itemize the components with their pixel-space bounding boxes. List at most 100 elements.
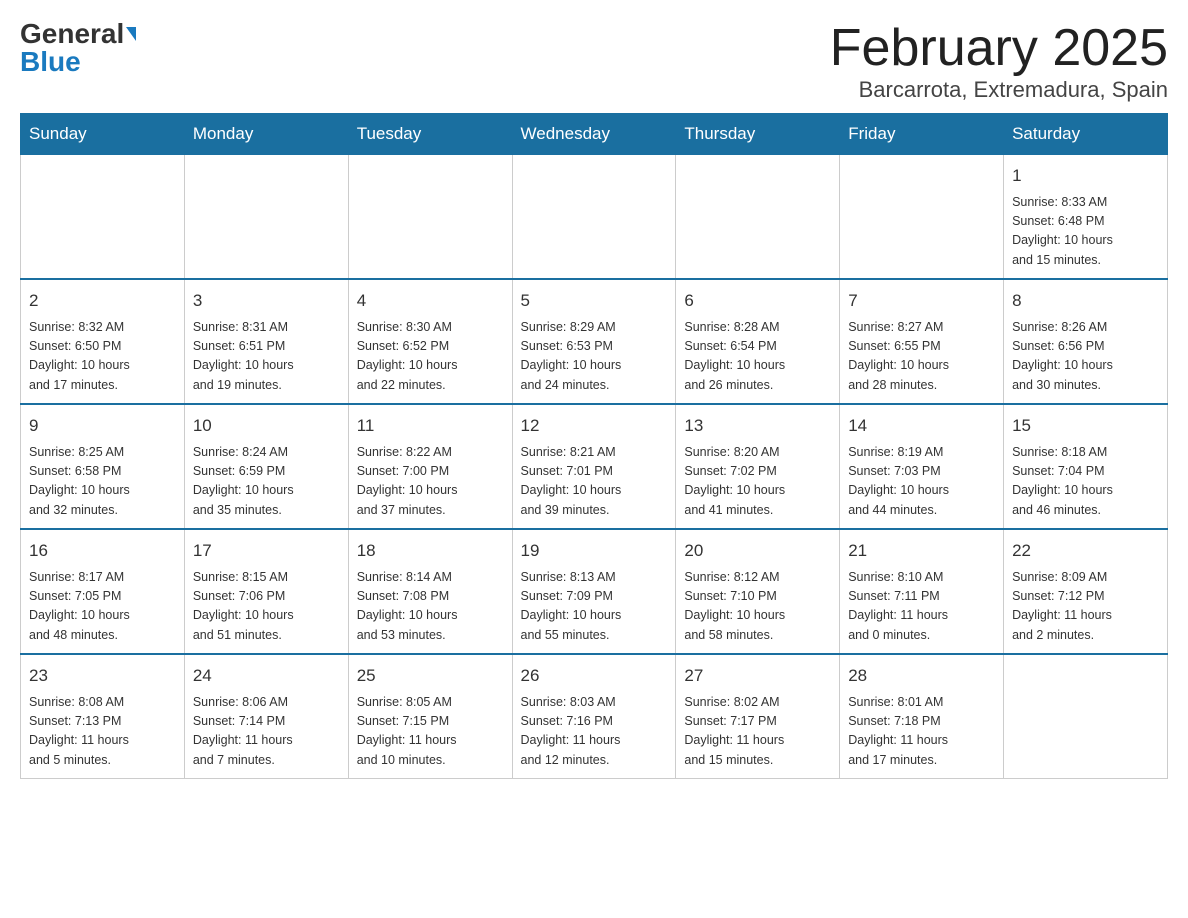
logo: General Blue <box>20 20 136 76</box>
table-row: 10 Sunrise: 8:24 AMSunset: 6:59 PMDayligh… <box>184 404 348 529</box>
table-row: 23 Sunrise: 8:08 AMSunset: 7:13 PMDayligh… <box>21 654 185 779</box>
table-row: 17Sunrise: 8:15 AMSunset: 7:06 PMDayligh… <box>184 529 348 654</box>
table-row <box>512 155 676 280</box>
table-row: 22 Sunrise: 8:09 AMSunset: 7:12 PMDayligh… <box>1004 529 1168 654</box>
header-monday: Monday <box>184 114 348 155</box>
day-number: 4 <box>357 288 504 314</box>
day-number: 26 <box>521 663 668 689</box>
day-number: 23 <box>29 663 176 689</box>
table-row: 8 Sunrise: 8:26 AMSunset: 6:56 PMDaylight… <box>1004 279 1168 404</box>
month-title: February 2025 <box>830 20 1168 77</box>
day-number: 24 <box>193 663 340 689</box>
calendar-table: Sunday Monday Tuesday Wednesday Thursday… <box>20 113 1168 779</box>
table-row: 21 Sunrise: 8:10 AMSunset: 7:11 PMDayligh… <box>840 529 1004 654</box>
table-row: 11Sunrise: 8:22 AMSunset: 7:00 PMDayligh… <box>348 404 512 529</box>
day-number: 20 <box>684 538 831 564</box>
day-number: 21 <box>848 538 995 564</box>
day-info: Sunrise: 8:03 AMSunset: 7:16 PMDaylight:… <box>521 693 668 771</box>
table-row <box>1004 654 1168 779</box>
day-info: Sunrise: 8:18 AMSunset: 7:04 PMDaylight:… <box>1012 443 1159 521</box>
day-info: Sunrise: 8:25 AMSunset: 6:58 PMDaylight:… <box>29 443 176 521</box>
day-info: Sunrise: 8:28 AMSunset: 6:54 PMDaylight:… <box>684 318 831 396</box>
header-saturday: Saturday <box>1004 114 1168 155</box>
table-row: 13Sunrise: 8:20 AMSunset: 7:02 PMDayligh… <box>676 404 840 529</box>
day-info: Sunrise: 8:14 AMSunset: 7:08 PMDaylight:… <box>357 568 504 646</box>
day-info: Sunrise: 8:33 AMSunset: 6:48 PMDaylight:… <box>1012 193 1159 271</box>
day-number: 8 <box>1012 288 1159 314</box>
day-number: 16 <box>29 538 176 564</box>
day-number: 28 <box>848 663 995 689</box>
day-number: 27 <box>684 663 831 689</box>
table-row: 15 Sunrise: 8:18 AMSunset: 7:04 PMDayligh… <box>1004 404 1168 529</box>
day-info: Sunrise: 8:13 AMSunset: 7:09 PMDaylight:… <box>521 568 668 646</box>
day-info: Sunrise: 8:02 AMSunset: 7:17 PMDaylight:… <box>684 693 831 771</box>
day-info: Sunrise: 8:01 AMSunset: 7:18 PMDaylight:… <box>848 693 995 771</box>
day-info: Sunrise: 8:32 AMSunset: 6:50 PMDaylight:… <box>29 318 176 396</box>
day-number: 7 <box>848 288 995 314</box>
header-friday: Friday <box>840 114 1004 155</box>
day-info: Sunrise: 8:12 AMSunset: 7:10 PMDaylight:… <box>684 568 831 646</box>
day-number: 15 <box>1012 413 1159 439</box>
calendar-week-3: 16 Sunrise: 8:17 AMSunset: 7:05 PMDayligh… <box>21 529 1168 654</box>
day-info: Sunrise: 8:27 AMSunset: 6:55 PMDaylight:… <box>848 318 995 396</box>
day-number: 22 <box>1012 538 1159 564</box>
calendar-week-2: 9Sunrise: 8:25 AMSunset: 6:58 PMDaylight… <box>21 404 1168 529</box>
location-subtitle: Barcarrota, Extremadura, Spain <box>830 77 1168 103</box>
day-number: 25 <box>357 663 504 689</box>
table-row: 1 Sunrise: 8:33 AMSunset: 6:48 PMDaylight… <box>1004 155 1168 280</box>
calendar-week-4: 23 Sunrise: 8:08 AMSunset: 7:13 PMDayligh… <box>21 654 1168 779</box>
table-row <box>840 155 1004 280</box>
day-info: Sunrise: 8:05 AMSunset: 7:15 PMDaylight:… <box>357 693 504 771</box>
header-wednesday: Wednesday <box>512 114 676 155</box>
day-info: Sunrise: 8:31 AMSunset: 6:51 PMDaylight:… <box>193 318 340 396</box>
day-number: 5 <box>521 288 668 314</box>
day-info: Sunrise: 8:21 AMSunset: 7:01 PMDaylight:… <box>521 443 668 521</box>
day-number: 10 <box>193 413 340 439</box>
day-info: Sunrise: 8:08 AMSunset: 7:13 PMDaylight:… <box>29 693 176 771</box>
day-number: 1 <box>1012 163 1159 189</box>
table-row: 20 Sunrise: 8:12 AMSunset: 7:10 PMDayligh… <box>676 529 840 654</box>
table-row <box>184 155 348 280</box>
calendar-header-row: Sunday Monday Tuesday Wednesday Thursday… <box>21 114 1168 155</box>
day-number: 12 <box>521 413 668 439</box>
day-info: Sunrise: 8:29 AMSunset: 6:53 PMDaylight:… <box>521 318 668 396</box>
day-number: 13 <box>684 413 831 439</box>
table-row <box>21 155 185 280</box>
table-row: 9Sunrise: 8:25 AMSunset: 6:58 PMDaylight… <box>21 404 185 529</box>
table-row: 24 Sunrise: 8:06 AMSunset: 7:14 PMDayligh… <box>184 654 348 779</box>
table-row: 27 Sunrise: 8:02 AMSunset: 7:17 PMDayligh… <box>676 654 840 779</box>
header-thursday: Thursday <box>676 114 840 155</box>
calendar-week-0: 1 Sunrise: 8:33 AMSunset: 6:48 PMDaylight… <box>21 155 1168 280</box>
day-info: Sunrise: 8:19 AMSunset: 7:03 PMDaylight:… <box>848 443 995 521</box>
day-number: 6 <box>684 288 831 314</box>
day-number: 19 <box>521 538 668 564</box>
table-row: 7 Sunrise: 8:27 AMSunset: 6:55 PMDaylight… <box>840 279 1004 404</box>
table-row: 19 Sunrise: 8:13 AMSunset: 7:09 PMDayligh… <box>512 529 676 654</box>
day-number: 3 <box>193 288 340 314</box>
table-row: 25 Sunrise: 8:05 AMSunset: 7:15 PMDayligh… <box>348 654 512 779</box>
day-info: Sunrise: 8:26 AMSunset: 6:56 PMDaylight:… <box>1012 318 1159 396</box>
day-info: Sunrise: 8:22 AMSunset: 7:00 PMDaylight:… <box>357 443 504 521</box>
day-info: Sunrise: 8:30 AMSunset: 6:52 PMDaylight:… <box>357 318 504 396</box>
day-info: Sunrise: 8:10 AMSunset: 7:11 PMDaylight:… <box>848 568 995 646</box>
title-section: February 2025 Barcarrota, Extremadura, S… <box>830 20 1168 103</box>
table-row: 2 Sunrise: 8:32 AMSunset: 6:50 PMDaylight… <box>21 279 185 404</box>
table-row: 16 Sunrise: 8:17 AMSunset: 7:05 PMDayligh… <box>21 529 185 654</box>
header-tuesday: Tuesday <box>348 114 512 155</box>
logo-general: General <box>20 20 124 48</box>
day-info: Sunrise: 8:06 AMSunset: 7:14 PMDaylight:… <box>193 693 340 771</box>
logo-blue: Blue <box>20 48 81 76</box>
table-row: 5 Sunrise: 8:29 AMSunset: 6:53 PMDaylight… <box>512 279 676 404</box>
day-info: Sunrise: 8:24 AMSunset: 6:59 PMDaylight:… <box>193 443 340 521</box>
calendar-week-1: 2 Sunrise: 8:32 AMSunset: 6:50 PMDaylight… <box>21 279 1168 404</box>
day-info: Sunrise: 8:17 AMSunset: 7:05 PMDaylight:… <box>29 568 176 646</box>
table-row: 6 Sunrise: 8:28 AMSunset: 6:54 PMDaylight… <box>676 279 840 404</box>
day-info: Sunrise: 8:09 AMSunset: 7:12 PMDaylight:… <box>1012 568 1159 646</box>
day-number: 18 <box>357 538 504 564</box>
day-number: 2 <box>29 288 176 314</box>
table-row: 26 Sunrise: 8:03 AMSunset: 7:16 PMDayligh… <box>512 654 676 779</box>
header-sunday: Sunday <box>21 114 185 155</box>
table-row: 28 Sunrise: 8:01 AMSunset: 7:18 PMDayligh… <box>840 654 1004 779</box>
table-row: 4 Sunrise: 8:30 AMSunset: 6:52 PMDaylight… <box>348 279 512 404</box>
page-header: General Blue February 2025 Barcarrota, E… <box>20 20 1168 103</box>
